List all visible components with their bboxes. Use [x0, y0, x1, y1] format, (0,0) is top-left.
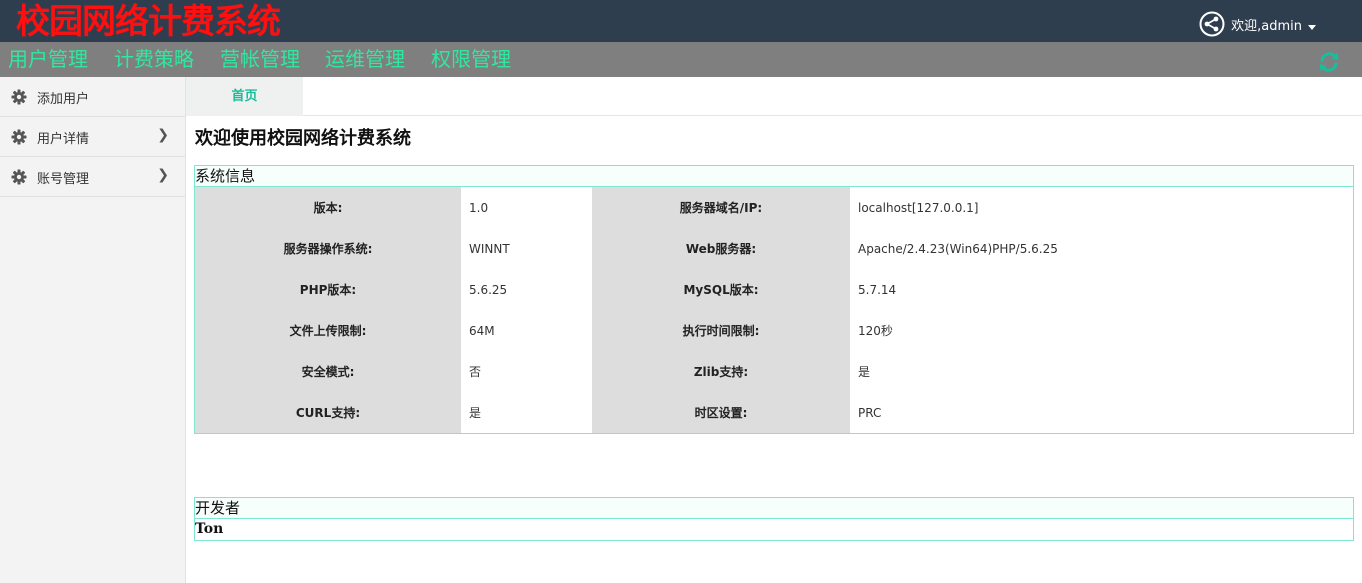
sidebar-item-user-details[interactable]: 用户详情 ❯: [0, 117, 185, 157]
info-value: 是: [850, 351, 1353, 392]
info-key: Zlib支持:: [592, 351, 850, 392]
sidebar-item-add-user[interactable]: 添加用户: [0, 77, 185, 117]
info-value: 5.7.14: [850, 269, 1353, 310]
table-row: 版本: 1.0 服务器域名/IP: localhost[127.0.0.1]: [195, 187, 1353, 228]
system-info-table: 版本: 1.0 服务器域名/IP: localhost[127.0.0.1] 服…: [195, 187, 1353, 433]
table-row: 文件上传限制: 64M 执行时间限制: 120秒: [195, 310, 1353, 351]
nav-account-management[interactable]: 营帐管理: [220, 46, 300, 72]
info-key: CURL支持:: [195, 392, 461, 433]
chevron-right-icon: ❯: [157, 167, 169, 183]
nav-operations-management[interactable]: 运维管理: [325, 46, 405, 72]
refresh-icon[interactable]: [1318, 51, 1340, 73]
info-value: WINNT: [461, 228, 592, 269]
sidebar-item-label: 用户详情: [37, 132, 90, 147]
share-icon: [1199, 11, 1225, 37]
gear-icon: [11, 169, 27, 185]
top-bar: 校园网络计费系统 欢迎,admin: [0, 0, 1362, 42]
info-value: 否: [461, 351, 592, 392]
info-value: 64M: [461, 310, 592, 351]
developer-panel: 开发者 Ton: [194, 497, 1354, 541]
tab-bar: 首页: [186, 77, 1362, 116]
info-value: localhost[127.0.0.1]: [850, 187, 1353, 228]
info-key: PHP版本:: [195, 269, 461, 310]
info-key: 服务器域名/IP:: [592, 187, 850, 228]
user-menu[interactable]: 欢迎,admin: [1199, 11, 1316, 37]
info-key: 安全模式:: [195, 351, 461, 392]
sidebar-item-label: 账号管理: [37, 172, 90, 187]
info-value: 1.0: [461, 187, 592, 228]
info-value: 是: [461, 392, 592, 433]
gear-icon: [11, 129, 27, 145]
nav-billing-policy[interactable]: 计费策略: [114, 46, 194, 72]
gear-icon: [11, 89, 27, 105]
user-label: 欢迎,admin: [1231, 18, 1302, 34]
page-title: 欢迎使用校园网络计费系统: [195, 128, 411, 149]
info-value: Apache/2.4.23(Win64)PHP/5.6.25: [850, 228, 1353, 269]
system-info-title: 系统信息: [195, 166, 1353, 187]
nav-user-management[interactable]: 用户管理: [8, 46, 88, 72]
caret-down-icon: [1308, 24, 1316, 30]
sidebar: 添加用户 用户详情 ❯ 账号管理 ❯: [0, 77, 186, 583]
table-row: PHP版本: 5.6.25 MySQL版本: 5.7.14: [195, 269, 1353, 310]
info-key: 文件上传限制:: [195, 310, 461, 351]
info-value: PRC: [850, 392, 1353, 433]
main-nav: 用户管理 计费策略 营帐管理 运维管理 权限管理: [0, 42, 1362, 77]
system-info-panel: 系统信息 版本: 1.0 服务器域名/IP: localhost[127.0.0…: [194, 165, 1354, 434]
nav-permission-management[interactable]: 权限管理: [431, 46, 511, 72]
table-row: CURL支持: 是 时区设置: PRC: [195, 392, 1353, 433]
info-key: MySQL版本:: [592, 269, 850, 310]
developer-name: Ton: [195, 521, 224, 537]
info-key: 版本:: [195, 187, 461, 228]
info-key: Web服务器:: [592, 228, 850, 269]
sidebar-item-label: 添加用户: [37, 92, 90, 107]
chevron-right-icon: ❯: [157, 127, 169, 143]
sidebar-item-account-management[interactable]: 账号管理 ❯: [0, 157, 185, 197]
info-value: 120秒: [850, 310, 1353, 351]
table-row: 安全模式: 否 Zlib支持: 是: [195, 351, 1353, 392]
developer-title: 开发者: [195, 498, 1353, 519]
tab-home[interactable]: 首页: [186, 77, 303, 116]
info-value: 5.6.25: [461, 269, 592, 310]
info-key: 服务器操作系统:: [195, 228, 461, 269]
app-title: 校园网络计费系统: [16, 2, 281, 42]
info-key: 执行时间限制:: [592, 310, 850, 351]
table-row: 服务器操作系统: WINNT Web服务器: Apache/2.4.23(Win…: [195, 228, 1353, 269]
info-key: 时区设置:: [592, 392, 850, 433]
